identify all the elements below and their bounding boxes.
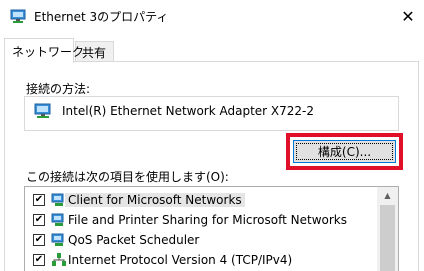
tab-sharing-label: 共有 <box>82 46 107 60</box>
adapter-name: Intel(R) Ethernet Network Adapter X722-2 <box>62 104 315 118</box>
configure-button[interactable]: 構成(C)... <box>293 140 396 163</box>
item-label: File and Printer Sharing for Microsoft N… <box>68 213 347 227</box>
item-label: QoS Packet Scheduler <box>68 233 200 247</box>
checkbox[interactable]: ✔ <box>33 194 45 206</box>
title-bar: Ethernet 3のプロパティ ✕ <box>0 0 424 31</box>
close-button[interactable]: ✕ <box>396 4 420 28</box>
tab-strip: ネットワーク 共有 <box>0 38 424 63</box>
list-scrollbar[interactable]: ▲ <box>377 187 398 271</box>
configure-button-label: 構成(C)... <box>317 145 372 159</box>
window-title: Ethernet 3のプロパティ <box>34 10 169 24</box>
scroll-thumb[interactable] <box>380 205 395 271</box>
tab-network[interactable]: ネットワーク <box>4 38 84 63</box>
checkbox[interactable]: ✔ <box>33 234 45 246</box>
network-service-icon <box>51 233 64 246</box>
list-item-ipv4[interactable]: ✔ Internet Protocol Version 4 (TCP/IPv4) <box>25 250 380 270</box>
scroll-up-icon[interactable]: ▲ <box>377 187 398 204</box>
tab-network-label: ネットワーク <box>12 45 85 59</box>
close-icon: ✕ <box>401 6 415 26</box>
network-adapter-icon <box>10 9 26 23</box>
item-label: Internet Protocol Version 4 (TCP/IPv4) <box>68 253 293 267</box>
checkbox[interactable]: ✔ <box>33 214 45 226</box>
connect-using-label: 接続の方法: <box>26 82 91 96</box>
item-label: Client for Microsoft Networks <box>65 193 245 207</box>
list-item-file-sharing[interactable]: ✔ File and Printer Sharing for Microsoft… <box>25 210 380 230</box>
protocol-icon <box>52 253 66 266</box>
checkbox[interactable]: ✔ <box>33 254 45 266</box>
items-list[interactable]: ✔ Client for Microsoft Networks ✔ File a… <box>24 186 399 271</box>
items-label: この接続は次の項目を使用します(O): <box>26 170 229 184</box>
network-service-icon <box>51 213 64 226</box>
list-item-client[interactable]: ✔ Client for Microsoft Networks <box>25 190 380 210</box>
list-item-qos[interactable]: ✔ QoS Packet Scheduler <box>25 230 380 250</box>
network-adapter-icon <box>34 103 51 118</box>
